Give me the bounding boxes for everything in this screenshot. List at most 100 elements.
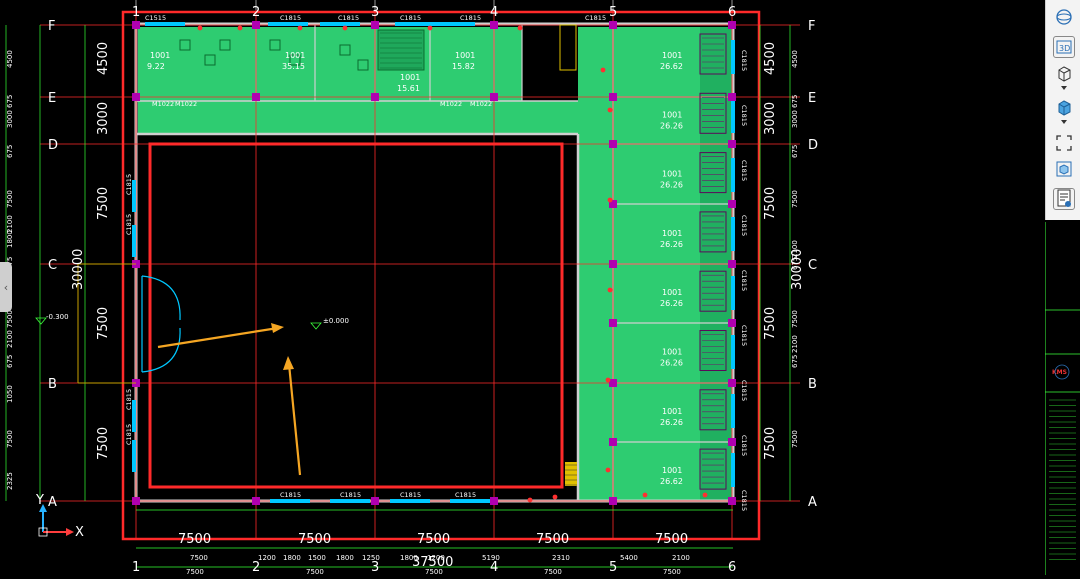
dim-text-left-small: 675 [6, 95, 14, 108]
dim-text-left: 4500 [96, 42, 111, 75]
dim-text-left-small: 7500 [6, 310, 14, 328]
structural-column [609, 260, 617, 268]
title-block: KMS [1044, 222, 1080, 575]
red-dot [600, 67, 606, 73]
structural-column [728, 379, 736, 387]
3d-view-button[interactable]: 3D [1053, 36, 1075, 58]
dim-text-right: 7500 [763, 307, 778, 340]
ucs-x-arrow [66, 528, 74, 536]
ucs-y-label: Y [35, 493, 44, 508]
window-top [268, 22, 308, 26]
red-dot [517, 25, 523, 31]
stair-top [377, 29, 425, 71]
dim-text-bottom: 7500 [417, 532, 450, 547]
room-code: 1001 [662, 229, 682, 238]
properties-button[interactable] [1053, 188, 1075, 210]
grid-label-bottom: 4 [490, 560, 498, 575]
dim-text-left-small: 7500 [6, 190, 14, 208]
grid-label-left: F [48, 19, 55, 34]
window-label-right: C1815 [740, 215, 748, 236]
title-block-drawing: KMS [1044, 222, 1080, 575]
dim-text-right: 7500 [763, 427, 778, 460]
corridor-top [138, 101, 578, 133]
dim-text-right-small: 7500 [791, 310, 799, 328]
room-code: 1001 [662, 407, 682, 416]
door-label: M1022 [470, 100, 492, 108]
grid-label-left: B [48, 377, 57, 392]
orbit-button[interactable] [1053, 6, 1075, 28]
window-label-bottom: C1815 [455, 491, 476, 499]
window-top [320, 22, 360, 26]
structural-column [609, 497, 617, 505]
grid-label-bottom: 3 [371, 560, 379, 575]
structural-column [371, 21, 379, 29]
section-box-button[interactable] [1053, 158, 1075, 180]
solid-cube-dropdown[interactable] [1053, 116, 1075, 128]
collapse-panel-tab[interactable]: ‹ [0, 262, 12, 312]
dim-text-left-small: 2325 [6, 472, 14, 490]
dim-text-left-small: 675 [6, 355, 14, 368]
orbit-icon [1056, 9, 1072, 25]
room-code: 1001 [662, 288, 682, 297]
structural-column [490, 21, 498, 29]
stair-bottom [565, 462, 577, 486]
cad-viewport[interactable]: 1 1 2 2 3 3 4 4 5 5 6 6 F F E E D D C C B B A A 7500 7500 7500 7500… [0, 0, 1045, 575]
dim-text-bottom-sub: 1800 [336, 554, 354, 562]
level-mark-text: -0.300 [46, 313, 69, 321]
dim-text-bottom-sub: 1250 [362, 554, 380, 562]
dim-text-left: 7500 [96, 187, 111, 220]
cube-view-icon [1058, 66, 1071, 82]
dim-text-left-small: 2100 [6, 330, 14, 348]
room-code: 1001 [662, 51, 682, 60]
room-area: 26.26 [660, 359, 683, 368]
window-top [145, 22, 185, 26]
floor-plan-drawing[interactable]: 1 1 2 2 3 3 4 4 5 5 6 6 F F E E D D C C B B A A 7500 7500 7500 7500… [0, 0, 1045, 575]
room-code: 1001 [285, 51, 305, 60]
red-dot [605, 377, 611, 383]
structural-column [728, 200, 736, 208]
room-code: 1001 [455, 51, 475, 60]
window-label-right: C1815 [740, 270, 748, 291]
red-dot [702, 492, 708, 498]
fit-view-button[interactable] [1053, 132, 1075, 154]
grid-label-top: 3 [371, 5, 379, 20]
dim-text-bottom-sub: 1800 [283, 554, 301, 562]
room-code: 1001 [150, 51, 170, 60]
window-right [731, 99, 735, 133]
room-code: 1001 [662, 110, 682, 119]
solid-cube-icon [1058, 100, 1071, 116]
grid-label-bottom: 1 [132, 560, 140, 575]
grid-label-top: 2 [252, 5, 260, 20]
window-label-left: C1815 [125, 214, 133, 235]
structural-column [728, 497, 736, 505]
window-label-bottom: C1815 [400, 491, 421, 499]
window-bottom [450, 499, 490, 503]
grid-label-top: 6 [728, 5, 736, 20]
red-dot [607, 107, 613, 113]
section-box-icon [1056, 161, 1072, 177]
red-dot [607, 197, 613, 203]
structural-column [609, 438, 617, 446]
cube-view-button[interactable] [1053, 62, 1075, 84]
dropdown-icon [1061, 120, 1067, 124]
dim-text-bottom-sub: 7500 [190, 554, 208, 562]
properties-icon [1057, 189, 1071, 207]
grid-label-right: A [808, 495, 817, 510]
dim-text-left-total: 30000 [71, 249, 86, 290]
cube-view-dropdown[interactable] [1053, 82, 1075, 94]
dim-text-bottom: 7500 [536, 532, 569, 547]
dim-text-bottom-sub2: 7500 [544, 568, 562, 575]
red-dot [297, 25, 303, 31]
dim-text-left-small: 3000 [6, 110, 14, 128]
3d-view-icon: 3D [1056, 40, 1072, 54]
solid-cube-button[interactable] [1053, 96, 1075, 118]
red-dot [607, 287, 613, 293]
dim-text-right: 3000 [763, 102, 778, 135]
room-area: 9.22 [147, 62, 165, 71]
courtyard [137, 133, 578, 500]
window-right [731, 217, 735, 251]
window-bottom [390, 499, 430, 503]
dim-text-bottom-sub: 5400 [620, 554, 638, 562]
window-right [731, 453, 735, 487]
structural-column [132, 93, 140, 101]
